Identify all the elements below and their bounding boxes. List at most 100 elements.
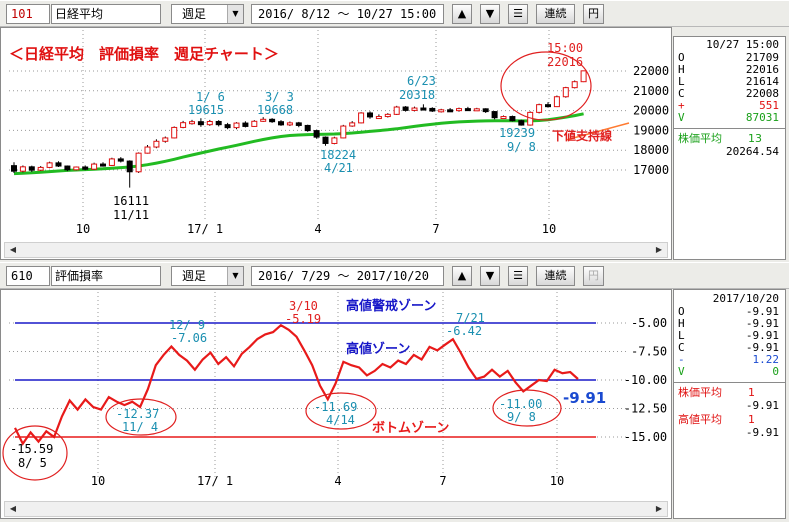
candle-body [500, 116, 507, 120]
x-tick-label: 10 [542, 222, 556, 236]
peak3-value: 20318 [399, 88, 435, 102]
y-tick-label: 22000 [633, 64, 669, 78]
top-info-panel: 10/27 15:00 O 21709 H 22016 L 21614 C 22008 … [673, 36, 786, 260]
scroll-up-button[interactable]: ▲ [452, 4, 472, 24]
x-tick-label: 10 [91, 474, 105, 488]
candle-body [28, 166, 35, 171]
bottom-chart-area: 高値警戒ゾーン 高値ゾーン ボトムゾーン -15.59 8/ 5 -12.37 … [0, 289, 672, 519]
indicator-code-field[interactable]: 610 [6, 266, 50, 286]
period-select[interactable]: 週足 ▼ [171, 4, 244, 24]
candle-body [295, 122, 302, 126]
scroll-down-button[interactable]: ▼ [480, 266, 500, 286]
top-chart-area: ＜日経平均 評価損率 週足チャート＞ 22000 21000 20000 19000 1… [0, 27, 672, 260]
bottom-info-panel: 2017/10/20 O -9.91 H -9.91 L -9.91 C -9.91 -… [673, 289, 786, 519]
peak3-date: 6/23 [407, 74, 436, 88]
info-header: 2017/10/20 [712, 292, 779, 305]
date-range-field[interactable]: 2016/ 7/29 ～ 2017/10/20 [251, 266, 444, 286]
date-range-field[interactable]: 2016/ 8/12 ～ 10/27 15:00 [251, 4, 444, 24]
peak2-value: -5.19 [285, 312, 321, 326]
candle-body [108, 158, 115, 166]
candle-body [429, 107, 436, 112]
high-zone-label: 高値ゾーン [346, 341, 410, 357]
currency-button[interactable]: 円 [583, 4, 604, 24]
menu-button[interactable]: ☰ [508, 266, 528, 286]
y-tick-label: 21000 [633, 84, 669, 98]
low1-value: 16111 [113, 194, 149, 208]
candle-body [242, 122, 249, 127]
candle-body [224, 124, 231, 129]
candle-body [536, 104, 543, 113]
low3-date: 9/ 8 [507, 140, 536, 154]
latest-time: 15:00 [547, 41, 583, 55]
candle-body [322, 136, 329, 144]
x-tick-label: 10 [550, 474, 564, 488]
low2-date: 4/21 [324, 161, 353, 175]
scroll-down-button[interactable]: ▼ [480, 4, 500, 24]
menu-button[interactable]: ☰ [508, 4, 528, 24]
symbol-code-field[interactable]: 101 [6, 4, 50, 24]
x-tick-label: 4 [334, 474, 341, 488]
indicator-name-field[interactable]: 評価損率 [51, 266, 161, 286]
y-tick-label: 19000 [633, 123, 669, 137]
candle-body [580, 70, 587, 83]
info-header: 10/27 15:00 [706, 38, 779, 51]
peak2-value: 19668 [257, 103, 293, 117]
current-value-label: -9.91 [563, 389, 606, 407]
y-tick-label: -7.50 [631, 345, 667, 359]
candle-body [367, 112, 373, 118]
scroll-right-icon[interactable]: ▶ [651, 502, 667, 516]
continuous-button[interactable]: 連続 [536, 266, 575, 286]
candle-body [153, 140, 160, 148]
y-tick-label: 20000 [633, 104, 669, 118]
period-select-value: 週足 [182, 269, 207, 283]
x-tick-label: 4 [314, 222, 321, 236]
x-tick-label: 7 [439, 474, 446, 488]
low2-value: 18224 [320, 148, 356, 162]
x-tick-label: 10 [76, 222, 90, 236]
x-tick-label: 17/ 1 [197, 474, 233, 488]
low3-value: -11.69 [314, 400, 357, 414]
bottom-toolbar: 610 評価損率 週足 ▼ 2016/ 7/29 ～ 2017/10/20 ▲ … [0, 262, 789, 289]
scroll-left-icon[interactable]: ◀ [5, 243, 21, 257]
scroll-right-icon[interactable]: ▶ [651, 243, 667, 257]
peak1-date: 1/ 6 [196, 90, 225, 104]
candle-body [491, 111, 498, 119]
y-tick-label: -12.50 [624, 402, 667, 416]
candle-body [82, 166, 89, 170]
candle-body [473, 108, 480, 112]
bottom-horizontal-scrollbar[interactable]: ◀ ▶ [4, 501, 668, 517]
period-select[interactable]: 週足 ▼ [171, 266, 244, 286]
candle-body [197, 121, 204, 126]
scroll-up-button[interactable]: ▲ [452, 266, 472, 286]
loss-ratio-chart: 高値警戒ゾーン 高値ゾーン ボトムゾーン -15.59 8/ 5 -12.37 … [2, 292, 667, 488]
candle-body [260, 118, 267, 122]
avg2-value-row: -9.91 [745, 426, 779, 439]
candle-body [46, 162, 53, 168]
latest-value: 22016 [547, 55, 583, 69]
candle-body [553, 96, 560, 108]
candle-body [518, 120, 525, 126]
candle-body [37, 166, 44, 171]
top-horizontal-scrollbar[interactable]: ◀ ▶ [4, 242, 668, 258]
candle-body [545, 104, 551, 108]
price-chart: ＜日経平均 評価損率 週足チャート＞ 22000 21000 20000 19000 1… [9, 30, 669, 236]
candle-body [144, 146, 151, 154]
candle-body [162, 137, 169, 142]
candle-body [358, 112, 365, 124]
y-tick-label: 18000 [633, 143, 669, 157]
y-tick-label: -10.00 [624, 373, 667, 387]
low3-date: 4/14 [326, 413, 355, 427]
candle-body [215, 120, 222, 126]
candle-body [171, 126, 178, 139]
candle-body [304, 124, 311, 132]
candle-body [482, 108, 489, 113]
continuous-button[interactable]: 連続 [536, 4, 575, 24]
low4-value: -11.00 [499, 397, 542, 411]
low2-date: 11/ 4 [122, 420, 158, 434]
candle-body [180, 122, 187, 128]
symbol-name-field[interactable]: 日経平均 [51, 4, 161, 24]
candle-body [278, 121, 284, 126]
scroll-left-icon[interactable]: ◀ [5, 502, 21, 516]
avg2-label-row: 高値平均 1 [678, 413, 755, 426]
low2-value: -12.37 [116, 407, 159, 421]
